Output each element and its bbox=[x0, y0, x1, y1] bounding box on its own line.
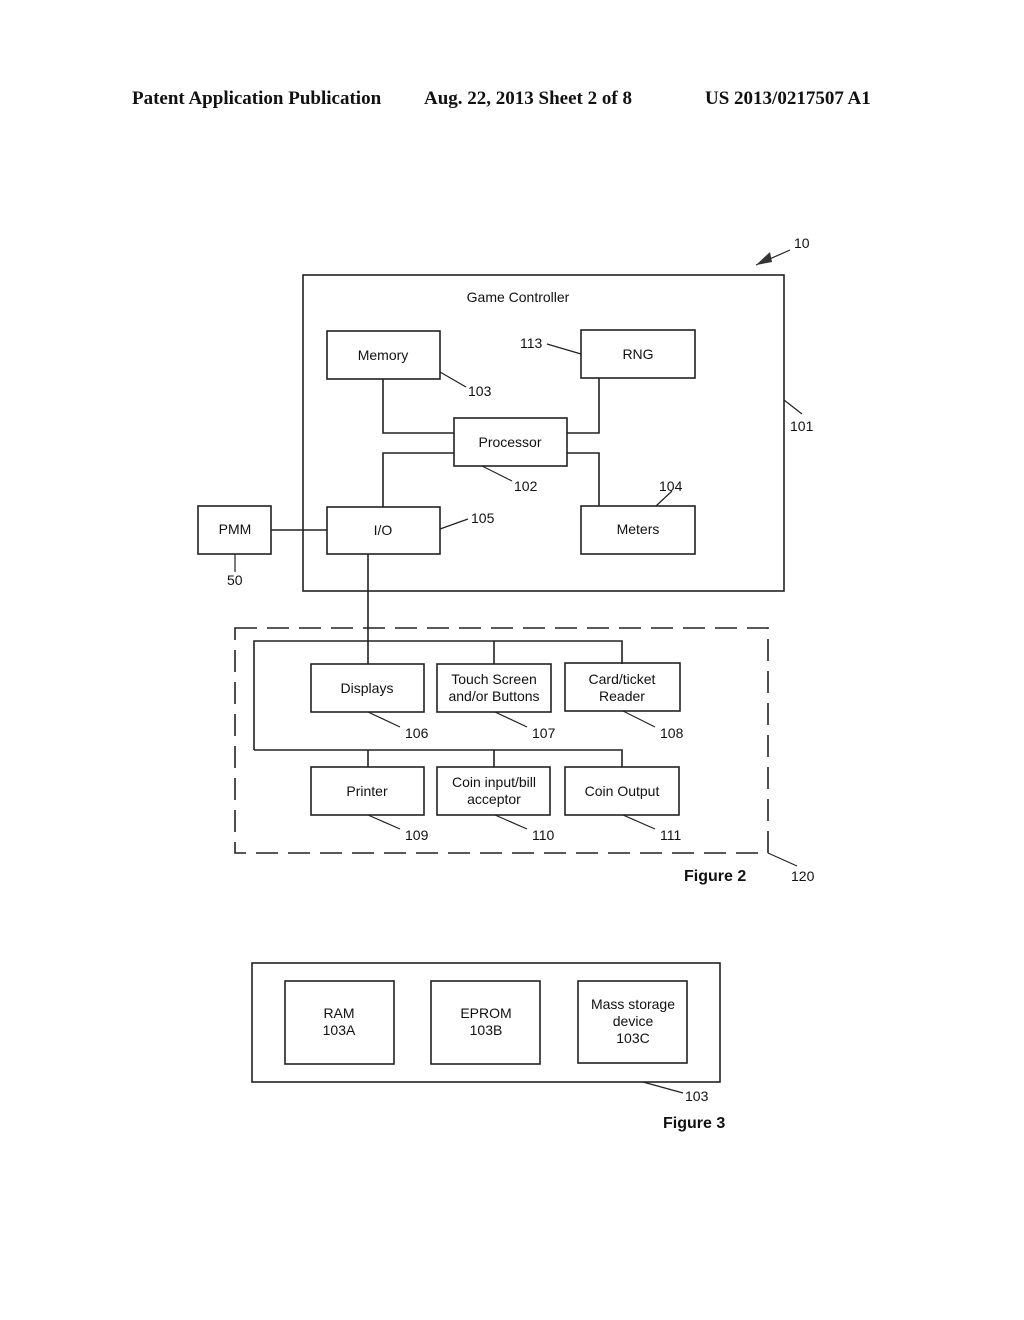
memory-outer-ref: 103 bbox=[685, 1088, 709, 1104]
controller-leader bbox=[783, 399, 803, 415]
pmm-label: PMM bbox=[219, 521, 252, 537]
memory-item-mass-storage: Mass storage device 103C bbox=[577, 980, 688, 1064]
rng-processor-link bbox=[567, 378, 600, 434]
memory-item-line: device bbox=[613, 1013, 654, 1029]
meters-ref: 104 bbox=[659, 478, 683, 494]
peripheral-label-2: Reader bbox=[599, 688, 645, 704]
memory-processor-link bbox=[382, 379, 454, 434]
memory-item-line: EPROM bbox=[460, 1005, 511, 1021]
figure-3: 103 RAM 103A EPROM 103B Mass storage dev… bbox=[251, 962, 725, 1132]
io-ref: 105 bbox=[471, 510, 495, 526]
peripheral-coin-input: Coin input/bill acceptor 110 bbox=[436, 766, 555, 843]
peripheral-ref: 106 bbox=[405, 725, 429, 741]
peripheral-bus bbox=[253, 640, 623, 767]
figure-3-caption: Figure 3 bbox=[663, 1115, 725, 1132]
io-leader bbox=[439, 518, 469, 530]
peripheral-label: Touch Screen bbox=[451, 671, 537, 687]
peripheral-ref: 107 bbox=[532, 725, 556, 741]
memory-item-line: 103C bbox=[616, 1030, 649, 1046]
peripheral-label: Printer bbox=[346, 783, 388, 799]
peripheral-ref: 109 bbox=[405, 827, 429, 843]
memory-item-eprom: EPROM 103B bbox=[430, 980, 541, 1065]
peripherals-enclosure bbox=[234, 627, 769, 854]
system-ref: 10 bbox=[794, 235, 810, 251]
processor-io-link bbox=[382, 452, 454, 507]
peripheral-ref: 111 bbox=[660, 827, 681, 843]
memory-item-line: Mass storage bbox=[591, 996, 675, 1012]
game-controller-title: Game Controller bbox=[467, 289, 570, 305]
peripheral-label: Displays bbox=[341, 680, 394, 696]
rng-leader bbox=[546, 343, 582, 355]
peripheral-label-2: and/or Buttons bbox=[448, 688, 539, 704]
memory-item-line: 103A bbox=[323, 1022, 356, 1038]
figure-2-caption: Figure 2 bbox=[684, 868, 746, 885]
peripheral-printer: Printer 109 bbox=[310, 766, 429, 843]
peripheral-ref: 108 bbox=[660, 725, 684, 741]
bottom-bus bbox=[254, 749, 623, 767]
peripheral-ref: 110 bbox=[532, 827, 555, 843]
memory-label: Memory bbox=[358, 347, 409, 363]
peripherals-ref: 120 bbox=[791, 868, 815, 884]
peripheral-displays: Displays 106 bbox=[310, 663, 429, 741]
peripheral-label: Card/ticket bbox=[589, 671, 656, 687]
patent-figures: 10 Game Controller 101 Memory 103 RNG 11… bbox=[197, 235, 815, 1132]
processor-ref: 102 bbox=[514, 478, 538, 494]
controller-ref: 101 bbox=[790, 418, 814, 434]
rng-label: RNG bbox=[622, 346, 653, 362]
arrowhead-icon bbox=[756, 252, 772, 265]
game-controller-box bbox=[302, 274, 785, 592]
memory-item-ram: RAM 103A bbox=[284, 980, 395, 1065]
processor-leader bbox=[481, 465, 513, 482]
peripherals-leader bbox=[767, 852, 798, 867]
memory-item-line: 103B bbox=[470, 1022, 503, 1038]
processor-label: Processor bbox=[478, 434, 541, 450]
memory-ref: 103 bbox=[468, 383, 492, 399]
meters-label: Meters bbox=[617, 521, 660, 537]
peripheral-touch-screen: Touch Screen and/or Buttons 107 bbox=[436, 663, 556, 741]
controller-connections bbox=[271, 378, 600, 664]
memory-outer-leader bbox=[642, 1081, 684, 1094]
figure-2: 10 Game Controller 101 Memory 103 RNG 11… bbox=[197, 235, 815, 885]
memory-item-line: RAM bbox=[323, 1005, 354, 1021]
rng-ref: 113 bbox=[520, 335, 543, 351]
top-bus bbox=[253, 640, 623, 750]
io-label: I/O bbox=[374, 522, 393, 538]
peripheral-label: Coin Output bbox=[585, 783, 660, 799]
peripheral-label: Coin input/bill bbox=[452, 774, 536, 790]
peripheral-card-reader: Card/ticket Reader 108 bbox=[564, 662, 684, 741]
peripheral-label-2: acceptor bbox=[467, 791, 521, 807]
processor-meters-link bbox=[567, 452, 600, 506]
peripheral-coin-output: Coin Output 111 bbox=[564, 766, 681, 843]
memory-leader bbox=[439, 371, 467, 388]
pmm-ref: 50 bbox=[227, 572, 243, 588]
